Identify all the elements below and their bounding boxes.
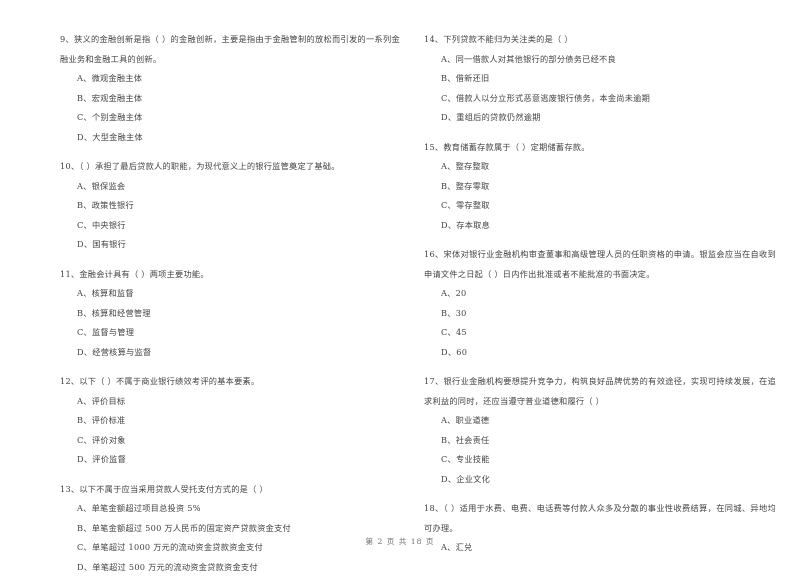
option-b[interactable]: B、30 [424, 304, 776, 324]
option-c[interactable]: C、中央银行 [60, 216, 400, 236]
question-stem: 10、（ ）承担了最后贷款人的职能，为现代意义上的银行监管奠定了基础。 [60, 161, 340, 171]
question-11: 11、金融会计具有（ ）两项主要功能。 A、核算和监督 B、核算和经营管理 C、… [60, 265, 400, 363]
option-c[interactable]: C、借款人以分立形式恶意逃废银行债务，本金尚未逾期 [424, 89, 776, 109]
question-stem: 18、（ ）适用于水费、电费、电话费等付款人众多及分散的事业性收费结算，在同城、… [424, 503, 776, 533]
left-question-column: 9、狭义的金融创新是指（ ）的金融创新，主要是指由于金融管制的放松而引发的一系列… [60, 30, 400, 587]
option-d[interactable]: D、经营核算与监督 [60, 343, 400, 363]
question-13: 13、以下不属于应当采用贷款人受托支付方式的是（ ） A、单笔金额超过项目总投资… [60, 480, 400, 578]
option-a[interactable]: A、20 [424, 284, 776, 304]
option-list: A、整存整取 B、整存零取 C、零存整取 D、存本取息 [424, 157, 776, 235]
option-d[interactable]: D、重组后的贷款仍然逾期 [424, 108, 776, 128]
question-stem: 13、以下不属于应当采用贷款人受托支付方式的是（ ） [60, 483, 268, 494]
option-list: A、微观金融主体 B、宏观金融主体 C、个别金融主体 D、大型金融主体 [60, 69, 400, 147]
option-a[interactable]: A、评价目标 [60, 392, 400, 412]
option-list: A、20 B、30 C、45 D、60 [424, 284, 776, 362]
option-b[interactable]: B、社会责任 [424, 431, 776, 451]
question-14: 14、下列贷款不能归为关注类的是（ ） A、同一借款人对其他银行的部分债务已经不… [424, 30, 776, 128]
option-c[interactable]: C、评价对象 [60, 431, 400, 451]
option-d[interactable]: D、单笔超过 500 万元的流动资金贷款资金支付 [60, 558, 400, 578]
option-c[interactable]: C、零存整取 [424, 196, 776, 216]
option-b[interactable]: B、宏观金融主体 [60, 89, 400, 109]
option-list: A、评价目标 B、评价标准 C、评价对象 D、评价监督 [60, 392, 400, 470]
option-list: A、银保监会 B、政策性银行 C、中央银行 D、国有银行 [60, 177, 400, 255]
option-list: A、核算和监督 B、核算和经营管理 C、监督与管理 D、经营核算与监督 [60, 284, 400, 362]
option-a[interactable]: A、银保监会 [60, 177, 400, 197]
option-d[interactable]: D、国有银行 [60, 235, 400, 255]
option-a[interactable]: A、核算和监督 [60, 284, 400, 304]
option-a[interactable]: A、同一借款人对其他银行的部分债务已经不良 [424, 50, 776, 70]
question-stem: 14、下列贷款不能归为关注类的是（ ） [424, 34, 573, 44]
option-c[interactable]: C、个别金融主体 [60, 108, 400, 128]
option-d[interactable]: D、60 [424, 343, 776, 363]
option-c[interactable]: C、45 [424, 323, 776, 343]
option-d[interactable]: D、企业文化 [424, 470, 776, 490]
right-question-column: 14、下列贷款不能归为关注类的是（ ） A、同一借款人对其他银行的部分债务已经不… [424, 30, 776, 568]
option-c[interactable]: C、监督与管理 [60, 323, 400, 343]
option-a[interactable]: A、整存整取 [424, 157, 776, 177]
option-a[interactable]: A、微观金融主体 [60, 69, 400, 89]
option-d[interactable]: D、评价监督 [60, 450, 400, 470]
question-16: 16、宋体对银行业金融机构审查董事和高级管理人员的任职资格的申请。银监会应当在自… [424, 245, 776, 362]
question-stem: 15、教育储蓄存款属于（ ）定期储蓄存款。 [424, 141, 590, 152]
question-18: 18、（ ）适用于水费、电费、电话费等付款人众多及分散的事业性收费结算，在同城、… [424, 499, 776, 558]
question-stem: 17、银行业金融机构要想提升竞争力，构筑良好品牌优势的有效途径，实现可持续发展，… [424, 376, 776, 406]
option-d[interactable]: D、大型金融主体 [60, 128, 400, 148]
option-b[interactable]: B、整存零取 [424, 177, 776, 197]
option-c[interactable]: C、专业技能 [424, 450, 776, 470]
option-d[interactable]: D、存本取息 [424, 216, 776, 236]
option-b[interactable]: B、核算和经营管理 [60, 304, 400, 324]
option-b[interactable]: B、借新还旧 [424, 69, 776, 89]
option-list: A、同一借款人对其他银行的部分债务已经不良 B、借新还旧 C、借款人以分立形式恶… [424, 50, 776, 128]
question-stem: 16、宋体对银行业金融机构审查董事和高级管理人员的任职资格的申请。银监会应当在自… [424, 249, 776, 279]
option-b[interactable]: B、政策性银行 [60, 196, 400, 216]
question-stem: 9、狭义的金融创新是指（ ）的金融创新，主要是指由于金融管制的放松而引发的一系列… [60, 34, 400, 64]
option-a[interactable]: A、单笔金额超过项目总投资 5% [60, 499, 400, 519]
question-stem: 11、金融会计具有（ ）两项主要功能。 [60, 268, 209, 279]
question-9: 9、狭义的金融创新是指（ ）的金融创新，主要是指由于金融管制的放松而引发的一系列… [60, 30, 400, 147]
option-b[interactable]: B、评价标准 [60, 411, 400, 431]
option-list: A、职业道德 B、社会责任 C、专业技能 D、企业文化 [424, 411, 776, 489]
question-stem: 12、以下（ ）不属于商业银行绩效考评的基本要素。 [60, 376, 260, 386]
option-a[interactable]: A、职业道德 [424, 411, 776, 431]
exam-page: 9、狭义的金融创新是指（ ）的金融创新，主要是指由于金融管制的放松而引发的一系列… [0, 0, 800, 572]
question-17: 17、银行业金融机构要想提升竞争力，构筑良好品牌优势的有效途径，实现可持续发展，… [424, 372, 776, 489]
page-footer: 第 2 页 共 18 页 [365, 537, 435, 546]
question-15: 15、教育储蓄存款属于（ ）定期储蓄存款。 A、整存整取 B、整存零取 C、零存… [424, 138, 776, 236]
question-10: 10、（ ）承担了最后贷款人的职能，为现代意义上的银行监管奠定了基础。 A、银保… [60, 157, 400, 255]
two-column-layout: 9、狭义的金融创新是指（ ）的金融创新，主要是指由于金融管制的放松而引发的一系列… [60, 30, 776, 587]
question-12: 12、以下（ ）不属于商业银行绩效考评的基本要素。 A、评价目标 B、评价标准 … [60, 372, 400, 470]
